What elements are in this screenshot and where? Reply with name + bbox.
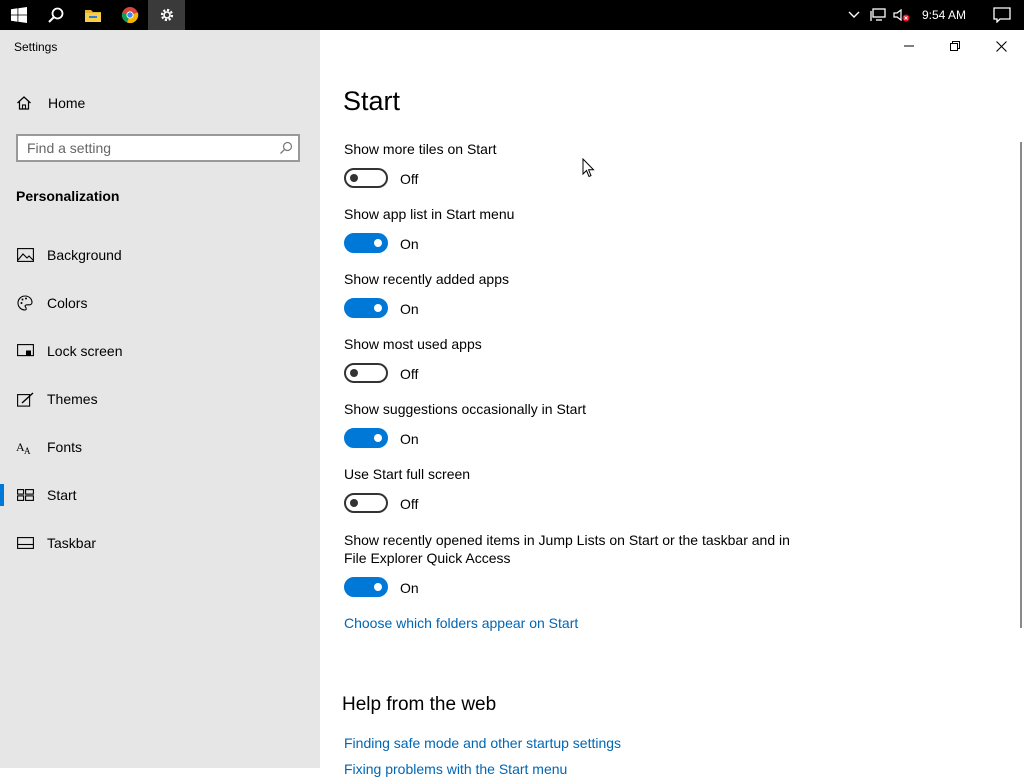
scrollbar[interactable] xyxy=(1020,142,1022,628)
settings-gear-icon[interactable] xyxy=(148,0,185,30)
palette-icon xyxy=(16,295,34,311)
page-title: Start xyxy=(343,86,401,116)
app-title: Settings xyxy=(14,40,58,54)
search-box[interactable] xyxy=(16,134,300,162)
sidebar-item-lock-screen[interactable]: Lock screen xyxy=(0,336,320,366)
lock-screen-icon xyxy=(16,344,34,358)
chrome-icon[interactable] xyxy=(111,0,148,30)
network-icon[interactable] xyxy=(866,0,890,30)
restore-button[interactable] xyxy=(932,30,978,62)
sidebar-item-fonts[interactable]: AA Fonts xyxy=(0,432,320,462)
sidebar-item-label: Themes xyxy=(47,391,98,407)
close-button[interactable] xyxy=(978,30,1024,62)
restore-icon xyxy=(950,41,960,51)
sidebar-home[interactable]: Home xyxy=(0,90,320,116)
system-tray: 9:54 AM xyxy=(842,0,1024,30)
chevron-up-icon[interactable] xyxy=(842,0,866,30)
help-heading: Help from the web xyxy=(342,694,497,715)
toggle-state-label: On xyxy=(400,301,419,317)
section-heading: Personalization xyxy=(16,188,120,204)
help-link-start-menu[interactable]: Fixing problems with the Start menu xyxy=(344,761,567,777)
setting-label-app-list: Show app list in Start menu xyxy=(344,206,515,222)
fonts-icon: AA xyxy=(16,440,34,455)
sidebar-item-label: Start xyxy=(47,487,77,503)
toggle-knob xyxy=(374,434,382,442)
toggle-state-label: On xyxy=(400,236,419,252)
toggle-knob xyxy=(374,239,382,247)
start-settings-page: Start Show more tiles on Start Off Show … xyxy=(320,30,1024,777)
sidebar-item-label: Lock screen xyxy=(47,343,123,359)
sidebar-item-label: Fonts xyxy=(47,439,83,455)
toggle-knob xyxy=(350,369,358,377)
sidebar-item-themes[interactable]: Themes xyxy=(0,384,320,414)
toggle-knob xyxy=(350,174,358,182)
toggle-most-used[interactable] xyxy=(344,363,388,383)
taskbar-icon xyxy=(16,537,34,549)
sidebar-item-label: Taskbar xyxy=(47,535,97,551)
sidebar-item-colors[interactable]: Colors xyxy=(0,288,320,318)
themes-icon xyxy=(16,391,34,407)
toggle-suggestions[interactable] xyxy=(344,428,388,448)
toggle-state-label: Off xyxy=(400,171,419,187)
toggle-state-label: Off xyxy=(400,366,419,382)
setting-label-more-tiles: Show more tiles on Start xyxy=(344,141,497,157)
setting-label-recently-added: Show recently added apps xyxy=(344,271,509,287)
toggle-knob xyxy=(374,304,382,312)
picture-icon xyxy=(16,248,34,262)
toggle-jump-lists[interactable] xyxy=(344,577,388,597)
toggle-state-label: On xyxy=(400,580,419,596)
minimize-icon xyxy=(904,45,914,47)
search-icon[interactable] xyxy=(37,0,74,30)
toggle-more-tiles[interactable] xyxy=(344,168,388,188)
settings-sidebar: Settings Home Personalization Background… xyxy=(0,30,320,768)
help-link-safe-mode[interactable]: Finding safe mode and other startup sett… xyxy=(344,735,621,751)
sidebar-item-background[interactable]: Background xyxy=(0,240,320,270)
toggle-state-label: Off xyxy=(400,496,419,512)
minimize-button[interactable] xyxy=(886,30,932,62)
taskbar: 9:54 AM xyxy=(0,0,1024,30)
toggle-state-label: On xyxy=(400,431,419,447)
search-icon[interactable] xyxy=(274,141,298,155)
toggle-knob xyxy=(374,583,382,591)
mouse-cursor-icon xyxy=(582,158,595,178)
file-explorer-icon[interactable] xyxy=(74,0,111,30)
clock[interactable]: 9:54 AM xyxy=(914,8,980,22)
toggle-full-screen[interactable] xyxy=(344,493,388,513)
setting-label-full-screen: Use Start full screen xyxy=(344,466,471,482)
sidebar-item-label: Background xyxy=(47,247,122,263)
setting-label-most-used: Show most used apps xyxy=(344,336,482,352)
svg-text:A: A xyxy=(24,446,31,455)
sidebar-item-start[interactable]: Start xyxy=(0,480,320,510)
toggle-knob xyxy=(350,499,358,507)
choose-folders-link[interactable]: Choose which folders appear on Start xyxy=(344,615,578,631)
start-icon xyxy=(16,489,34,501)
action-center-icon[interactable] xyxy=(980,0,1024,30)
close-icon xyxy=(995,40,1007,52)
search-input[interactable] xyxy=(18,135,274,161)
toggle-app-list[interactable] xyxy=(344,233,388,253)
toggle-recently-added[interactable] xyxy=(344,298,388,318)
home-icon xyxy=(16,95,34,111)
volume-muted-icon[interactable] xyxy=(890,0,914,30)
sidebar-item-taskbar[interactable]: Taskbar xyxy=(0,528,320,558)
sidebar-item-label: Colors xyxy=(47,295,88,311)
sidebar-home-label: Home xyxy=(48,95,86,111)
windows-start-icon[interactable] xyxy=(0,0,37,30)
setting-label-suggestions: Show suggestions occasionally in Start xyxy=(344,401,587,417)
setting-label-jump-lists: Show recently opened items in Jump Lists… xyxy=(344,532,790,566)
